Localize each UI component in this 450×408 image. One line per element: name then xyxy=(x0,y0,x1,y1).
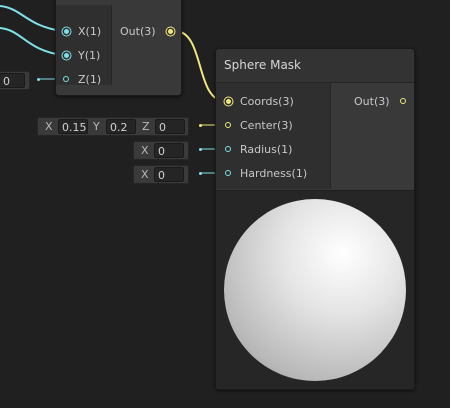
port-sphere-out-dot xyxy=(400,98,406,104)
port-x[interactable]: X(1) xyxy=(62,22,101,42)
port-sphere-out-label: Out(3) xyxy=(354,95,390,108)
sphere-mask-node[interactable]: Sphere Mask Coords(3) Center(3) Radius(1… xyxy=(215,48,415,390)
port-z[interactable]: Z(1) xyxy=(62,70,101,90)
port-hardness-label: Hardness(1) xyxy=(240,167,308,180)
radius-x-input[interactable]: 0 xyxy=(154,143,184,158)
port-coords-label: Coords(3) xyxy=(240,95,294,108)
radius-input-field: X 0 xyxy=(133,141,189,160)
port-center[interactable]: Center(3) xyxy=(224,116,293,136)
wire-to-x xyxy=(0,5,63,32)
hardness-input-field: X 0 xyxy=(133,165,189,184)
port-hardness-dot xyxy=(225,170,231,176)
center-z-input[interactable]: 0 xyxy=(155,119,185,134)
port-radius-dot xyxy=(225,146,231,152)
center-input-field: X 0.15 Y 0.2 Z 0 xyxy=(37,117,189,136)
port-radius-label: Radius(1) xyxy=(240,143,293,156)
port-x-dot xyxy=(64,29,69,34)
port-coords-dot xyxy=(226,99,231,104)
combine-node[interactable]: X(1) Y(1) Z(1) Out(3) xyxy=(55,0,182,96)
sphere-preview xyxy=(216,190,414,389)
center-x-label: X xyxy=(45,120,53,133)
graph-canvas[interactable]: 0 X(1) Y(1) Z(1) Out(3) X 0.15 Y 0.2 Z 0 xyxy=(0,0,450,408)
port-out-label: Out(3) xyxy=(120,25,156,38)
z-input-field: 0 xyxy=(0,71,30,90)
port-out-dot xyxy=(168,29,173,34)
hardness-field-connector xyxy=(199,172,202,175)
hardness-x-label: X xyxy=(141,168,149,181)
center-y-label: Y xyxy=(93,120,100,133)
z-field-connector xyxy=(37,78,40,81)
center-y-input[interactable]: 0.2 xyxy=(106,119,136,134)
port-radius[interactable]: Radius(1) xyxy=(224,140,292,160)
sphere-mask-title[interactable]: Sphere Mask xyxy=(216,49,414,83)
center-x-input[interactable]: 0.15 xyxy=(58,119,88,134)
port-sphere-out[interactable]: Out(3) xyxy=(354,92,406,112)
port-y-dot xyxy=(64,53,69,58)
z-value-input[interactable]: 0 xyxy=(0,73,25,88)
port-y[interactable]: Y(1) xyxy=(62,46,100,66)
port-hardness[interactable]: Hardness(1) xyxy=(224,164,307,184)
port-z-label: Z(1) xyxy=(78,73,102,86)
center-field-connector xyxy=(199,124,202,127)
sphere-preview-image xyxy=(224,199,406,381)
port-center-dot xyxy=(225,122,231,128)
radius-field-connector xyxy=(199,148,202,151)
radius-x-label: X xyxy=(141,144,149,157)
port-out[interactable]: Out(3) xyxy=(120,22,173,42)
hardness-x-input[interactable]: 0 xyxy=(154,167,184,182)
port-center-label: Center(3) xyxy=(240,119,293,132)
port-z-dot xyxy=(63,76,69,82)
port-y-label: Y(1) xyxy=(78,49,101,62)
wire-to-y xyxy=(0,27,63,56)
port-x-label: X(1) xyxy=(78,25,102,38)
center-z-label: Z xyxy=(142,120,150,133)
port-coords[interactable]: Coords(3) xyxy=(224,92,294,112)
